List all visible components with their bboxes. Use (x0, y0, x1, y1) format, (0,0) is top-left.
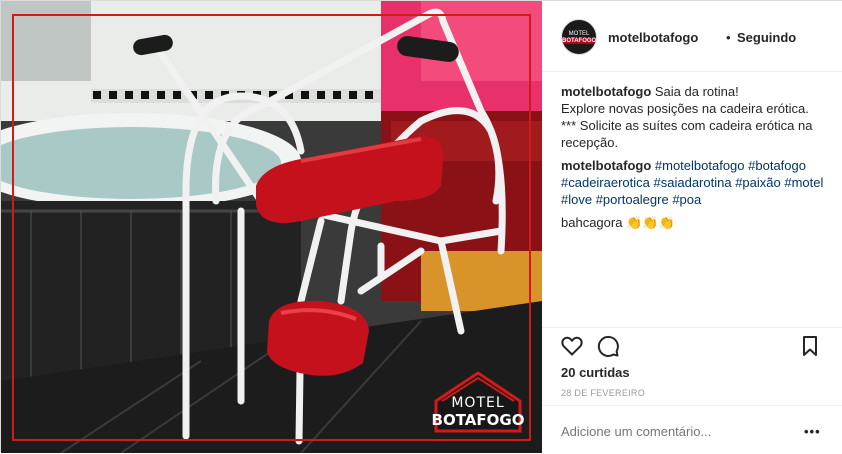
header-username[interactable]: motelbotafogo (608, 30, 698, 45)
header-separator: • (726, 30, 731, 45)
bookmark-icon[interactable] (798, 334, 822, 358)
logo-text-top: MOTEL (451, 395, 505, 411)
hashtag-link[interactable]: #love (561, 192, 592, 207)
hashtag-link[interactable]: #cadeiraerotica (561, 175, 650, 190)
caption-username[interactable]: motelbotafogo (561, 84, 651, 99)
hashtag-link[interactable]: #saiadarotina (654, 175, 732, 190)
avatar-text-top: MOTEL (568, 31, 590, 37)
more-options-icon[interactable]: ••• (804, 424, 821, 439)
action-bar (542, 327, 842, 368)
hashtag-link[interactable]: #paixão (735, 175, 781, 190)
add-comment-bar: ••• (542, 405, 842, 454)
avatar-text-bottom: BOTAFOGO (562, 38, 597, 44)
motel-logo: MOTEL BOTAFOGO (431, 369, 525, 435)
hashtag-link[interactable]: #portoalegre (596, 192, 669, 207)
comment-input[interactable] (561, 424, 791, 439)
comments-list: motelbotafogo Saia da rotina! Explore no… (561, 83, 831, 231)
hashtag-comment: motelbotafogo #motelbotafogo #botafogo #… (561, 157, 831, 208)
caption-line-3: *** Solicite as suítes com cadeira eróti… (561, 118, 813, 150)
hashtag-link[interactable]: #motelbotafogo (655, 158, 745, 173)
user-comment-username[interactable]: bahcagora (561, 215, 622, 230)
caption-comment: motelbotafogo Saia da rotina! Explore no… (561, 83, 831, 151)
avatar[interactable]: MOTEL BOTAFOGO (561, 19, 597, 55)
hashtag-link[interactable]: #motel (784, 175, 823, 190)
post-photo[interactable]: MOTEL BOTAFOGO (1, 1, 542, 453)
hashtag-comment-username[interactable]: motelbotafogo (561, 158, 651, 173)
hashtag-link[interactable]: #poa (672, 192, 701, 207)
post-side-panel: MOTEL BOTAFOGO motelbotafogo • Seguindo … (542, 1, 842, 453)
hashtag-link[interactable]: #botafogo (748, 158, 806, 173)
logo-text-bottom: BOTAFOGO (431, 411, 525, 429)
post-container: MOTEL BOTAFOGO MOTEL BOTAFOGO motelbotaf… (0, 0, 842, 453)
post-date[interactable]: 28 DE FEVEREIRO (561, 388, 645, 398)
caption-line-2: Explore novas posições na cadeira erótic… (561, 101, 809, 116)
likes-count[interactable]: 20 curtidas (561, 365, 630, 380)
heart-icon[interactable] (560, 334, 584, 358)
following-button[interactable]: Seguindo (737, 30, 796, 45)
comment-icon[interactable] (596, 334, 620, 358)
user-comment: bahcagora 👏👏👏 (561, 214, 831, 231)
caption-line-1: Saia da rotina! (654, 84, 739, 99)
user-comment-text: 👏👏👏 (626, 215, 675, 230)
post-header: MOTEL BOTAFOGO motelbotafogo • Seguindo (542, 1, 842, 72)
